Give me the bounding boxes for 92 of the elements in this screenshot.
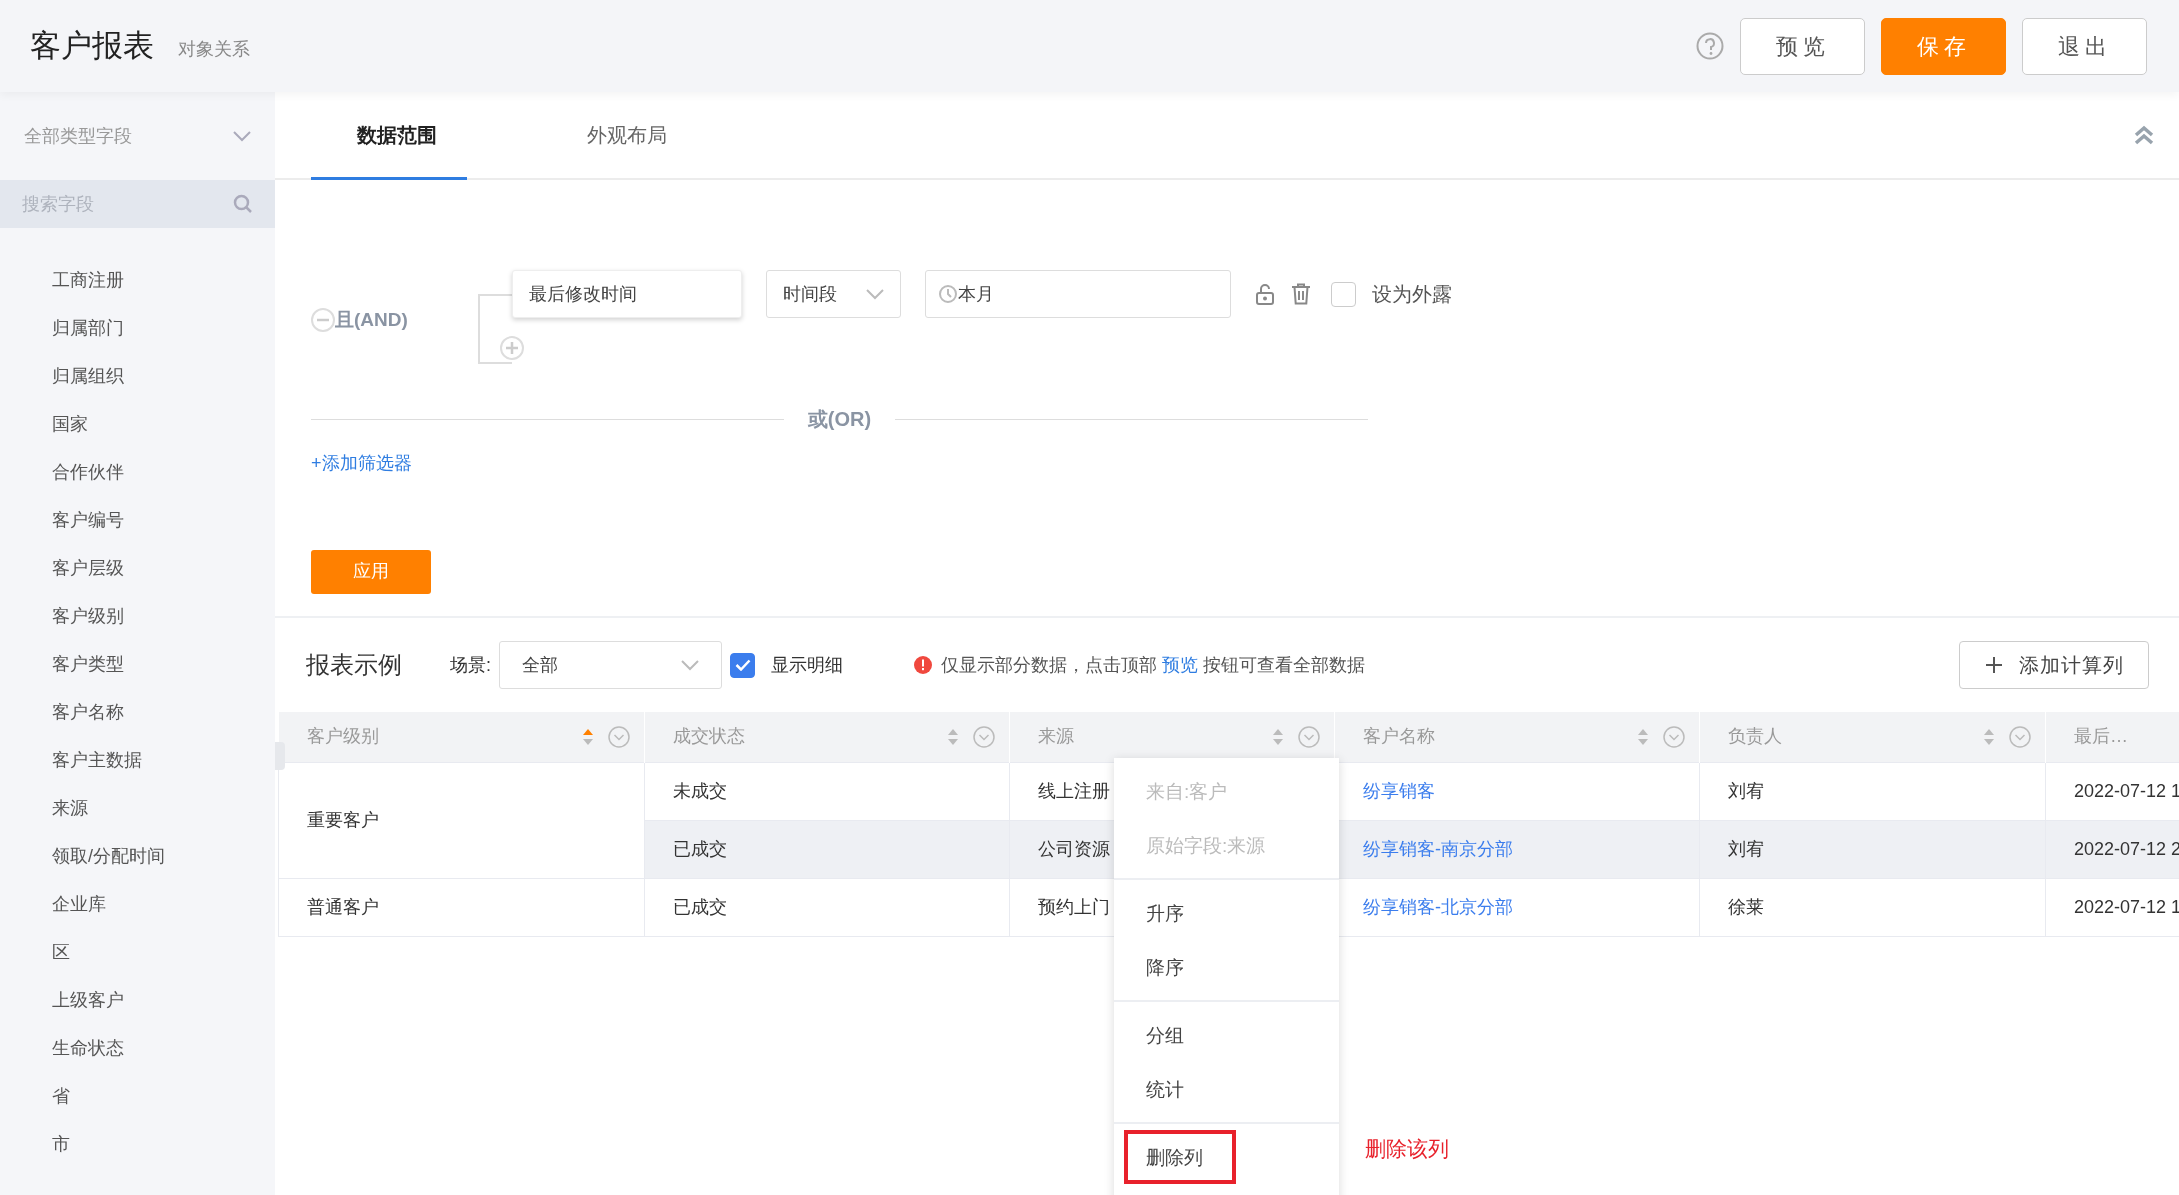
header-label: 负责人 xyxy=(1728,725,1782,749)
notice-text: 仅显示部分数据，点击顶部 预览 按钮可查看全部数据 xyxy=(941,653,1366,677)
chevron-circle-icon[interactable] xyxy=(2009,725,2031,748)
field-item[interactable]: 企业库 xyxy=(0,880,275,928)
warning-icon xyxy=(913,655,933,675)
group-label: 且(AND) xyxy=(335,308,408,332)
scene-select[interactable]: 全部 xyxy=(499,641,722,689)
chevron-circle-icon[interactable] xyxy=(973,725,995,748)
field-item[interactable]: 客户级别 xyxy=(0,592,275,640)
customer-link[interactable]: 纷享销客-北京分部 xyxy=(1363,896,1513,917)
scene-label: 场景: xyxy=(450,653,491,677)
minus-circle-icon[interactable] xyxy=(311,308,335,333)
check-icon xyxy=(734,659,751,671)
field-item[interactable]: 上级客户 xyxy=(0,976,275,1024)
table-cell: 已成交 xyxy=(644,878,1010,936)
trash-icon[interactable] xyxy=(1291,283,1311,305)
field-item[interactable]: 归属部门 xyxy=(0,304,275,352)
add-column-button[interactable]: 添加计算列 xyxy=(1959,641,2149,689)
field-item[interactable]: 市 xyxy=(0,1120,275,1168)
table-cell: 刘宥 xyxy=(1699,762,2046,820)
table-cell: 已成交 xyxy=(644,820,1010,878)
checkbox[interactable] xyxy=(1331,281,1356,307)
header-label: 最后… xyxy=(2074,725,2128,749)
header-label: 客户级别 xyxy=(306,725,379,749)
field-item[interactable]: 国家 xyxy=(0,400,275,448)
header-button[interactable]: 退出 xyxy=(2022,17,2147,75)
sort-icon[interactable] xyxy=(947,727,959,746)
select-value: 全部类型字段 xyxy=(24,124,132,148)
plus-icon xyxy=(1984,656,2003,674)
chevron-circle-icon[interactable] xyxy=(1298,725,1320,748)
sort-icon[interactable] xyxy=(1983,727,1995,746)
field-value: 本月 xyxy=(958,282,994,306)
menu-item[interactable]: 删除列 xyxy=(1124,1130,1236,1184)
select-value: 时间段 xyxy=(783,282,837,306)
annotation-text: 删除该列 xyxy=(1365,1136,1449,1162)
field-item[interactable]: 生命状态 xyxy=(0,1024,275,1072)
sort-icon[interactable] xyxy=(1637,727,1649,746)
resize-handle[interactable] xyxy=(275,742,285,770)
table-cell: 徐莱 xyxy=(1699,878,2046,936)
field-item[interactable]: 归属组织 xyxy=(0,352,275,400)
table-cell: 未成交 xyxy=(644,762,1010,820)
checkbox-label: 显示明细 xyxy=(771,653,843,677)
field-item[interactable]: 客户名称 xyxy=(0,688,275,736)
sort-icon[interactable] xyxy=(582,727,594,746)
menu-item[interactable]: 统计 xyxy=(1114,1062,1339,1116)
or-label: 或(OR) xyxy=(807,407,872,432)
field-item[interactable]: 客户层级 xyxy=(0,544,275,592)
tab[interactable]: 外观布局 xyxy=(541,92,697,180)
add-condition-icon[interactable] xyxy=(500,336,524,360)
padlock-icon[interactable] xyxy=(1255,283,1275,305)
chevron-circle-icon[interactable] xyxy=(1663,725,1685,748)
sort-icon[interactable] xyxy=(1272,727,1284,746)
table-cell: 重要客户 xyxy=(278,762,645,878)
field-item[interactable]: 工商注册 xyxy=(0,256,275,304)
chevron-down-icon xyxy=(233,130,251,142)
customer-link[interactable]: 纷享销客 xyxy=(1363,780,1435,801)
checkbox-label: 设为外露 xyxy=(1372,282,1452,307)
tab[interactable]: 数据范围 xyxy=(311,92,467,180)
table-cell: 普通客户 xyxy=(278,878,645,936)
field-item[interactable]: 客户主数据 xyxy=(0,736,275,784)
header-label: 成交状态 xyxy=(673,725,745,749)
chevron-down-icon xyxy=(681,659,699,671)
header-label: 来源 xyxy=(1038,725,1074,749)
field-item[interactable]: 省 xyxy=(0,1072,275,1120)
field-select[interactable]: 最后修改时间 xyxy=(512,270,742,318)
collapse-icon[interactable] xyxy=(2133,125,2155,145)
chevron-circle-icon[interactable] xyxy=(608,725,630,748)
header-button[interactable]: 预览 xyxy=(1740,17,1865,75)
select-value: 全部 xyxy=(522,653,558,677)
field-item[interactable]: 客户类型 xyxy=(0,640,275,688)
page-title: 客户报表 xyxy=(30,26,154,65)
header-label: 客户名称 xyxy=(1363,725,1435,749)
customer-link[interactable]: 纷享销客-南京分部 xyxy=(1363,838,1513,859)
preview-link[interactable]: 预览 xyxy=(1162,654,1199,675)
menu-item[interactable]: 降序 xyxy=(1114,940,1339,994)
checkbox[interactable] xyxy=(730,652,755,678)
clock-icon xyxy=(938,284,958,304)
field-item[interactable]: 合作伙伴 xyxy=(0,448,275,496)
field-item[interactable]: 客户编号 xyxy=(0,496,275,544)
add-filter-link[interactable]: +添加筛选器 xyxy=(311,450,412,477)
operator-select[interactable]: 时间段 xyxy=(766,270,901,318)
table-cell: 刘宥 xyxy=(1699,820,2046,878)
menu-item[interactable]: 分组 xyxy=(1114,1008,1339,1062)
search-icon xyxy=(233,194,253,214)
chevron-down-icon xyxy=(866,288,884,300)
field-item[interactable]: 领取/分配时间 xyxy=(0,832,275,880)
field-item[interactable]: 来源 xyxy=(0,784,275,832)
page-subtitle: 对象关系 xyxy=(178,37,250,61)
section-title: 报表示例 xyxy=(306,650,402,680)
date-field[interactable]: 本月 xyxy=(925,270,1231,318)
help-icon[interactable] xyxy=(1696,32,1724,60)
field-item[interactable]: 区 xyxy=(0,928,275,976)
